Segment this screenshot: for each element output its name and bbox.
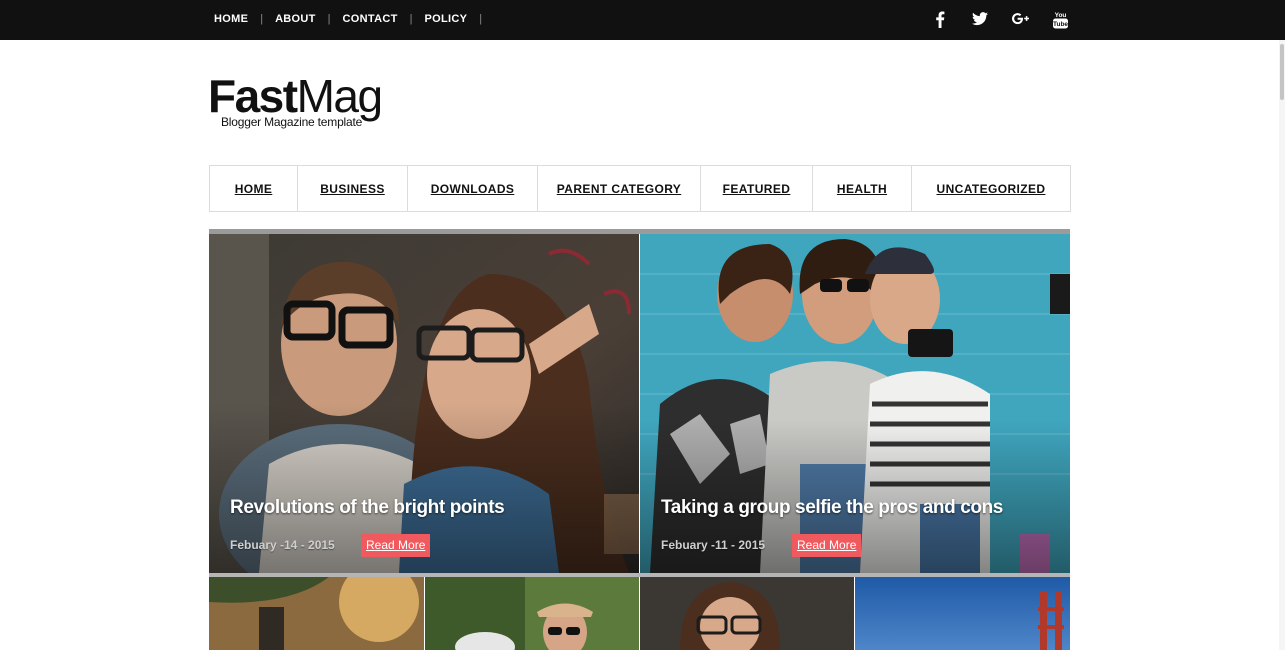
featured-post-2[interactable]: Taking a group selfie the pros and cons … (640, 234, 1070, 573)
top-nav-contact[interactable]: CONTACT (343, 13, 398, 25)
read-more-button[interactable]: Read More (361, 534, 431, 557)
separator: | (479, 13, 483, 25)
thumbnail-post-2[interactable] (425, 577, 639, 650)
separator: | (409, 13, 413, 25)
scrollbar-track[interactable] (1279, 40, 1285, 650)
separator: | (327, 13, 331, 25)
main-nav-featured[interactable]: FEATURED (701, 166, 813, 211)
twitter-icon[interactable] (960, 8, 1000, 30)
google-plus-icon[interactable] (1000, 8, 1040, 30)
thumbnail-post-3[interactable] (640, 577, 854, 650)
featured-post-1[interactable]: Revolutions of the bright points Febuary… (209, 234, 639, 573)
scrollbar-thumb[interactable] (1280, 44, 1284, 100)
youtube-icon-text-tube: Tube (1053, 21, 1068, 28)
featured-post-date: Febuary -11 - 2015 (661, 538, 766, 552)
featured-post-title[interactable]: Taking a group selfie the pros and cons (661, 497, 1003, 519)
featured-post-title[interactable]: Revolutions of the bright points (230, 497, 505, 519)
facebook-icon[interactable] (920, 8, 960, 30)
featured-image-couple (209, 234, 639, 573)
logo-wordmark: FastMag (208, 70, 383, 122)
main-nav-parent-category[interactable]: PARENT CATEGORY (538, 166, 701, 211)
main-nav-uncategorized[interactable]: UNCATEGORIZED (912, 166, 1070, 211)
main-nav: HOME BUSINESS DOWNLOADS PARENT CATEGORY … (209, 165, 1071, 212)
top-bar: HOME | ABOUT | CONTACT | POLICY | You Tu… (0, 0, 1285, 40)
read-more-button[interactable]: Read More (792, 534, 862, 557)
main-nav-health[interactable]: HEALTH (813, 166, 912, 211)
top-nav-policy[interactable]: POLICY (424, 13, 467, 25)
featured-post-date: Febuary -14 - 2015 (230, 538, 335, 552)
main-nav-downloads[interactable]: DOWNLOADS (408, 166, 538, 211)
top-nav: HOME | ABOUT | CONTACT | POLICY | (214, 13, 494, 25)
separator: | (260, 13, 264, 25)
youtube-icon[interactable]: You Tube (1040, 8, 1080, 30)
youtube-icon-text-you: You (1054, 12, 1066, 19)
site-logo[interactable]: FastMag Blogger Magazine template (208, 72, 398, 132)
top-nav-home[interactable]: HOME (214, 13, 248, 25)
featured-image-selfie (640, 234, 1070, 573)
top-nav-about[interactable]: ABOUT (275, 13, 316, 25)
thumbnail-post-1[interactable] (209, 577, 424, 650)
thumbnail-post-4[interactable] (855, 577, 1070, 650)
logo-tagline: Blogger Magazine template (221, 115, 363, 129)
main-nav-business[interactable]: BUSINESS (298, 166, 408, 211)
social-links: You Tube (920, 8, 1080, 30)
main-nav-home[interactable]: HOME (210, 166, 298, 211)
